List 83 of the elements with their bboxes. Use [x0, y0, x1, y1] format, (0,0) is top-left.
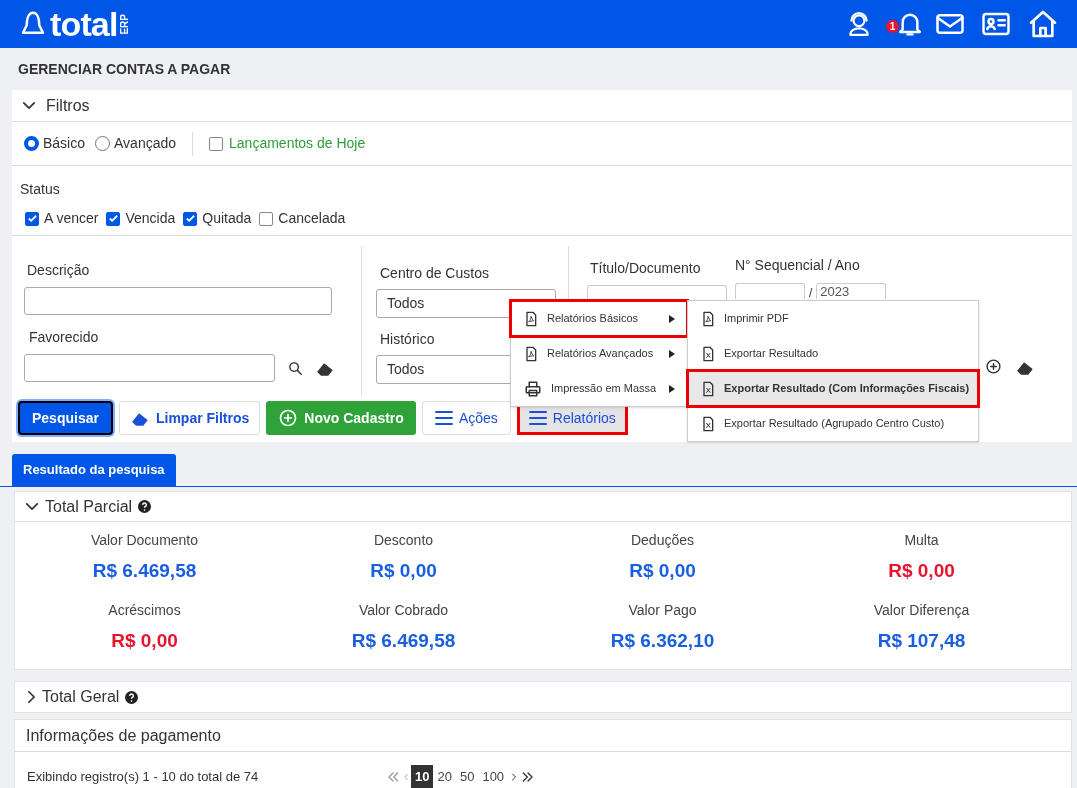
- filters-title: Filtros: [46, 95, 90, 116]
- dropdown-button[interactable]: Ações: [421, 401, 511, 435]
- page-size-option[interactable]: 20: [433, 765, 456, 788]
- page-size-option[interactable]: 100: [478, 765, 509, 788]
- pdf-file-icon: [700, 309, 716, 328]
- field-label: Histórico: [380, 330, 436, 349]
- menu-icon: [528, 411, 547, 425]
- checkbox-label: Cancelada: [278, 209, 346, 228]
- menu-item[interactable]: Exportar Resultado: [688, 336, 978, 371]
- status-label: Status: [20, 180, 61, 199]
- metric-label: Multa: [904, 531, 939, 550]
- checkbox-label: Quitada: [202, 209, 252, 228]
- menu-item[interactable]: Imprimir PDF: [688, 301, 978, 336]
- home-icon[interactable]: [1027, 8, 1059, 40]
- input-field[interactable]: [735, 283, 805, 299]
- metric-value: R$ 6.469,58: [92, 559, 197, 583]
- section-title: Informações de pagamento: [26, 725, 221, 746]
- metric-value: R$ 0,00: [888, 559, 955, 583]
- submenu-arrow-icon: [669, 314, 675, 323]
- metric-value: R$ 6.469,58: [351, 628, 456, 653]
- menu-item[interactable]: Exportar Resultado (Com Informações Fiscais): [688, 371, 978, 406]
- checkbox[interactable]: [209, 136, 224, 151]
- section-title: Total Parcial: [45, 496, 133, 517]
- page-size-option[interactable]: 50: [455, 765, 479, 788]
- checkbox[interactable]: [25, 211, 39, 226]
- search-icon: [287, 359, 304, 377]
- support-icon[interactable]: [846, 9, 872, 39]
- checkbox-label: A vencer: [44, 209, 99, 228]
- spreadsheet-file-icon: [700, 379, 716, 398]
- metric-label: Valor Cobrado: [358, 600, 449, 620]
- field-label: Centro de Custos: [380, 264, 490, 283]
- page-size-option[interactable]: 10: [411, 765, 434, 788]
- metric-label: Valor Diferença: [873, 600, 970, 620]
- metric-value: R$ 0,00: [370, 559, 437, 583]
- plus-circle-icon: [985, 358, 1002, 375]
- logo-suffix: ERP: [119, 14, 130, 35]
- input-field[interactable]: [24, 287, 332, 315]
- house-icon: [1027, 8, 1059, 40]
- pagination-summary: Exibindo registro(s) 1 - 10 do total de 74: [27, 768, 260, 787]
- field-label: Descrição: [27, 261, 91, 280]
- checkbox-label: Vencida: [125, 209, 176, 228]
- checkbox[interactable]: [183, 211, 198, 226]
- metric-label: Acréscimos: [108, 600, 181, 620]
- notification-badge: 1: [886, 19, 899, 33]
- page-title: GERENCIAR CONTAS A PAGAR: [18, 59, 231, 79]
- year-field[interactable]: 2023: [816, 283, 887, 299]
- spreadsheet-file-icon: [700, 344, 716, 363]
- checkbox-label: Lançamentos de Hoje: [229, 134, 366, 153]
- section-title: Total Geral: [42, 687, 120, 707]
- metric-label: Valor Pago: [628, 600, 697, 620]
- field-label: Título/Documento: [590, 259, 702, 278]
- search-button[interactable]: Pesquisar: [18, 401, 113, 435]
- input-field[interactable]: [24, 354, 275, 382]
- results-tab[interactable]: Resultado da pesquisa: [12, 454, 176, 486]
- menu-icon: [434, 411, 453, 425]
- printer-icon: [523, 379, 543, 398]
- field-label: Favorecido: [29, 328, 100, 347]
- help-icon: [138, 500, 152, 513]
- field-label: N° Sequencial / Ano: [735, 256, 861, 275]
- pdf-file-icon: [523, 309, 539, 328]
- plus-circle-icon: [278, 408, 299, 428]
- metric-label: Valor Documento: [90, 531, 199, 550]
- metric-value: R$ 0,00: [111, 628, 178, 653]
- clear-filters-button[interactable]: Limpar Filtros: [118, 401, 261, 435]
- separator-text: /: [809, 287, 813, 299]
- headset-icon: [846, 9, 872, 39]
- logo-text: total: [50, 7, 118, 41]
- metric-value: R$ 6.362,10: [610, 628, 715, 653]
- submenu-arrow-icon: [669, 349, 675, 358]
- metric-value: R$ 107,48: [877, 628, 966, 653]
- submenu-arrow-icon: [669, 384, 675, 393]
- checkbox[interactable]: [259, 211, 274, 226]
- checkbox[interactable]: [106, 211, 121, 226]
- radio-button[interactable]: [24, 136, 39, 151]
- menu-item[interactable]: Exportar Resultado (Agrupado Centro Custo): [688, 406, 978, 441]
- spreadsheet-file-icon: [700, 414, 716, 433]
- metric-label: Desconto: [373, 531, 434, 550]
- radio-label: Avançado: [114, 134, 177, 153]
- metric-value: R$ 0,00: [629, 559, 696, 583]
- metric-label: Deduções: [630, 531, 694, 550]
- radio-label: Básico: [43, 134, 86, 153]
- help-icon: [125, 690, 139, 704]
- pdf-file-icon: [523, 344, 539, 363]
